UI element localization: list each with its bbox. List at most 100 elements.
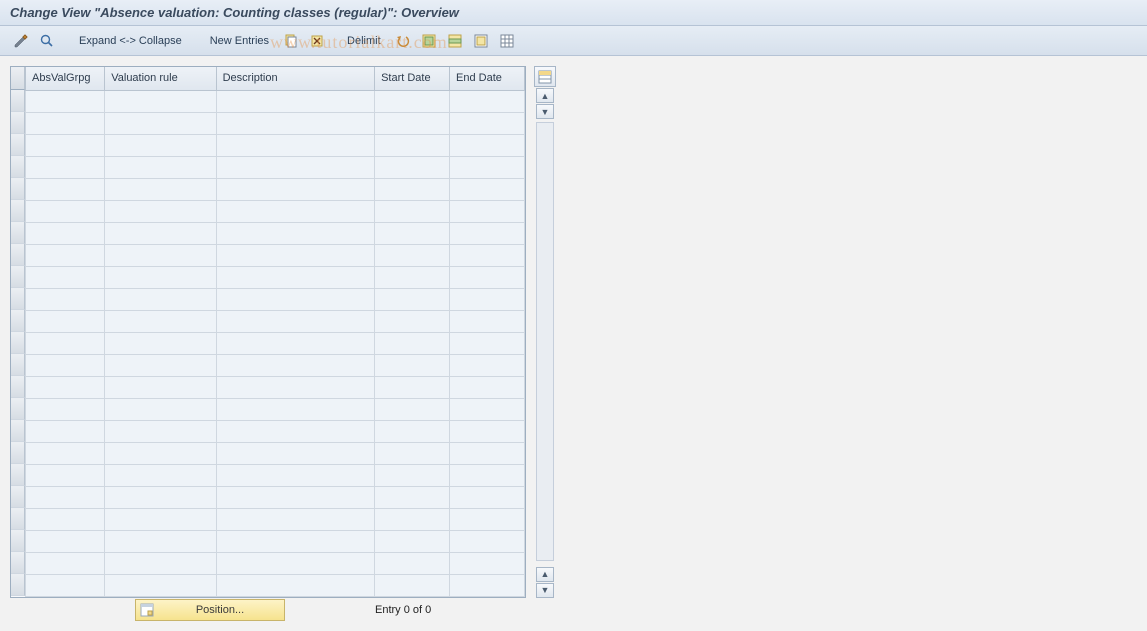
grid-cell[interactable] <box>375 200 450 222</box>
grid-cell[interactable] <box>105 398 216 420</box>
grid-cell[interactable] <box>375 464 450 486</box>
grid-cell[interactable] <box>105 178 216 200</box>
grid-cell[interactable] <box>450 420 525 442</box>
grid-cell[interactable] <box>450 134 525 156</box>
row-selector[interactable] <box>11 552 25 574</box>
grid-cell[interactable] <box>216 200 374 222</box>
grid-cell[interactable] <box>450 200 525 222</box>
grid-cell[interactable] <box>105 552 216 574</box>
grid-cell[interactable] <box>450 112 525 134</box>
grid-cell[interactable] <box>105 134 216 156</box>
grid-cell[interactable] <box>105 486 216 508</box>
grid-cell[interactable] <box>105 222 216 244</box>
grid-cell[interactable] <box>375 552 450 574</box>
grid-cell[interactable] <box>375 530 450 552</box>
row-selector[interactable] <box>11 134 25 156</box>
grid-cell[interactable] <box>105 90 216 112</box>
grid-cell[interactable] <box>26 530 105 552</box>
delimit-button[interactable]: Delimit <box>340 31 388 51</box>
scroll-bottom-button[interactable]: ▼ <box>536 583 554 598</box>
find-button[interactable] <box>36 31 58 51</box>
grid-cell[interactable] <box>375 156 450 178</box>
row-selector[interactable] <box>11 508 25 530</box>
grid-cell[interactable] <box>216 508 374 530</box>
grid-cell[interactable] <box>216 420 374 442</box>
row-selector[interactable] <box>11 266 25 288</box>
grid-cell[interactable] <box>26 156 105 178</box>
grid-cell[interactable] <box>26 442 105 464</box>
col-header-absvalgrpg[interactable]: AbsValGrpg <box>26 67 105 90</box>
grid-cell[interactable] <box>216 156 374 178</box>
grid-cell[interactable] <box>375 332 450 354</box>
scroll-down-button[interactable]: ▲ <box>536 567 554 582</box>
grid-cell[interactable] <box>105 332 216 354</box>
grid-cell[interactable] <box>450 156 525 178</box>
grid-cell[interactable] <box>375 310 450 332</box>
grid-cell[interactable] <box>375 442 450 464</box>
grid-cell[interactable] <box>375 178 450 200</box>
grid-cell[interactable] <box>26 486 105 508</box>
row-selector[interactable] <box>11 288 25 310</box>
grid-cell[interactable] <box>450 508 525 530</box>
row-selector[interactable] <box>11 222 25 244</box>
grid-cell[interactable] <box>450 552 525 574</box>
grid-cell[interactable] <box>216 266 374 288</box>
row-selector[interactable] <box>11 200 25 222</box>
grid-cell[interactable] <box>26 398 105 420</box>
row-selector[interactable] <box>11 486 25 508</box>
scrollbar-track[interactable] <box>536 122 554 561</box>
row-selector[interactable] <box>11 112 25 134</box>
col-header-start-date[interactable]: Start Date <box>375 67 450 90</box>
grid-cell[interactable] <box>450 332 525 354</box>
grid-cell[interactable] <box>26 332 105 354</box>
grid-cell[interactable] <box>375 244 450 266</box>
grid-cell[interactable] <box>105 442 216 464</box>
grid-cell[interactable] <box>450 244 525 266</box>
col-header-end-date[interactable]: End Date <box>450 67 525 90</box>
grid-cell[interactable] <box>216 486 374 508</box>
row-selector[interactable] <box>11 354 25 376</box>
grid-cell[interactable] <box>105 112 216 134</box>
new-entries-button[interactable]: New Entries <box>203 31 276 51</box>
grid-cell[interactable] <box>375 508 450 530</box>
grid-cell[interactable] <box>26 574 105 596</box>
grid-cell[interactable] <box>450 442 525 464</box>
grid-cell[interactable] <box>26 200 105 222</box>
grid-cell[interactable] <box>216 552 374 574</box>
copy-as-button[interactable] <box>280 31 302 51</box>
print-button[interactable] <box>496 31 518 51</box>
grid-cell[interactable] <box>450 310 525 332</box>
row-selector[interactable] <box>11 310 25 332</box>
grid-cell[interactable] <box>26 376 105 398</box>
grid-cell[interactable] <box>216 376 374 398</box>
grid-cell[interactable] <box>105 156 216 178</box>
grid-cell[interactable] <box>216 442 374 464</box>
grid-cell[interactable] <box>450 530 525 552</box>
grid-cell[interactable] <box>105 376 216 398</box>
scroll-top-button[interactable]: ▲ <box>536 88 554 103</box>
grid-cell[interactable] <box>26 288 105 310</box>
grid-cell[interactable] <box>105 200 216 222</box>
grid-cell[interactable] <box>375 266 450 288</box>
row-selector[interactable] <box>11 574 25 596</box>
expand-collapse-button[interactable]: Expand <-> Collapse <box>72 31 189 51</box>
grid-cell[interactable] <box>216 530 374 552</box>
grid-cell[interactable] <box>450 464 525 486</box>
col-header-valuation-rule[interactable]: Valuation rule <box>105 67 216 90</box>
scroll-up-button[interactable]: ▼ <box>536 104 554 119</box>
grid-cell[interactable] <box>105 288 216 310</box>
row-selector[interactable] <box>11 420 25 442</box>
grid-cell[interactable] <box>26 552 105 574</box>
row-selector[interactable] <box>11 376 25 398</box>
grid-cell[interactable] <box>450 222 525 244</box>
grid-cell[interactable] <box>450 398 525 420</box>
col-header-description[interactable]: Description <box>216 67 374 90</box>
select-block-button[interactable] <box>444 31 466 51</box>
grid-cell[interactable] <box>375 288 450 310</box>
deselect-all-button[interactable] <box>470 31 492 51</box>
grid-cell[interactable] <box>216 222 374 244</box>
grid-cell[interactable] <box>105 244 216 266</box>
grid-cell[interactable] <box>26 420 105 442</box>
grid-cell[interactable] <box>216 178 374 200</box>
grid-cell[interactable] <box>375 420 450 442</box>
